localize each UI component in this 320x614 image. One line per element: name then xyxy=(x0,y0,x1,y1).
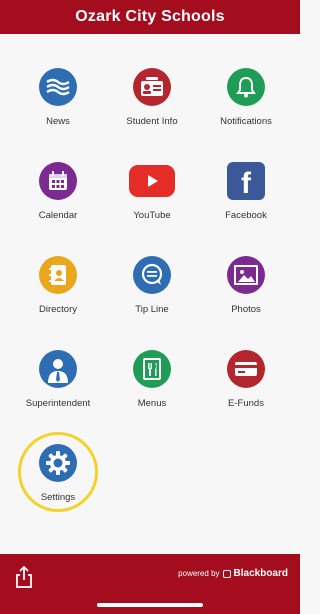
facebook-icon: f xyxy=(227,162,265,200)
tile-settings[interactable]: Settings xyxy=(8,444,108,534)
share-icon[interactable] xyxy=(14,565,34,588)
tile-facebook[interactable]: f Facebook xyxy=(196,162,296,252)
id-card-icon xyxy=(133,68,171,106)
tile-label: Calendar xyxy=(38,210,78,221)
address-book-icon xyxy=(39,256,77,294)
blackboard-logo-icon xyxy=(222,569,231,578)
tile-news[interactable]: News xyxy=(8,68,108,158)
tile-notifications[interactable]: Notifications xyxy=(196,68,296,158)
powered-by-blackboard[interactable]: powered by Blackboard xyxy=(178,568,288,579)
tile-calendar[interactable]: Calendar xyxy=(8,162,108,252)
tile-e-funds[interactable]: E-Funds xyxy=(196,350,296,440)
tile-label: YouTube xyxy=(133,210,171,221)
chat-bubble-icon xyxy=(133,256,171,294)
tile-label: Student Info xyxy=(126,116,178,127)
tile-label: News xyxy=(46,116,70,127)
app-header: Ozark City Schools xyxy=(0,0,300,34)
person-tie-icon xyxy=(39,350,77,388)
tile-label: Facebook xyxy=(225,210,267,221)
tile-directory[interactable]: Directory xyxy=(8,256,108,346)
credit-card-icon xyxy=(227,350,265,388)
bottom-bar: powered by Blackboard xyxy=(0,554,300,614)
tile-student-info[interactable]: Student Info xyxy=(102,68,202,158)
powered-by-text: powered by xyxy=(178,569,220,578)
bell-icon xyxy=(227,68,265,106)
youtube-icon xyxy=(129,165,175,197)
tile-label: Directory xyxy=(38,304,77,315)
photo-icon xyxy=(227,256,265,294)
gear-icon xyxy=(39,444,77,482)
tile-superintendent[interactable]: Superintendent xyxy=(8,350,108,440)
tile-menus[interactable]: Menus xyxy=(102,350,202,440)
tile-label: Menus xyxy=(137,398,167,409)
tile-label: Notifications xyxy=(220,116,272,127)
blackboard-brand: Blackboard xyxy=(233,568,288,579)
tile-label: Tip Line xyxy=(135,304,169,315)
menu-card-icon xyxy=(133,350,171,388)
calendar-icon xyxy=(39,162,77,200)
home-indicator[interactable] xyxy=(97,603,203,607)
tile-youtube[interactable]: YouTube xyxy=(102,162,202,252)
tile-label: E-Funds xyxy=(228,398,264,409)
tile-photos[interactable]: Photos xyxy=(196,256,296,346)
tile-label: Superintendent xyxy=(25,398,91,409)
app-title: Ozark City Schools xyxy=(75,8,225,25)
tile-label: Photos xyxy=(231,304,261,315)
tile-tip-line[interactable]: Tip Line xyxy=(102,256,202,346)
tile-label: Settings xyxy=(40,492,76,503)
news-waves-icon xyxy=(39,68,77,106)
